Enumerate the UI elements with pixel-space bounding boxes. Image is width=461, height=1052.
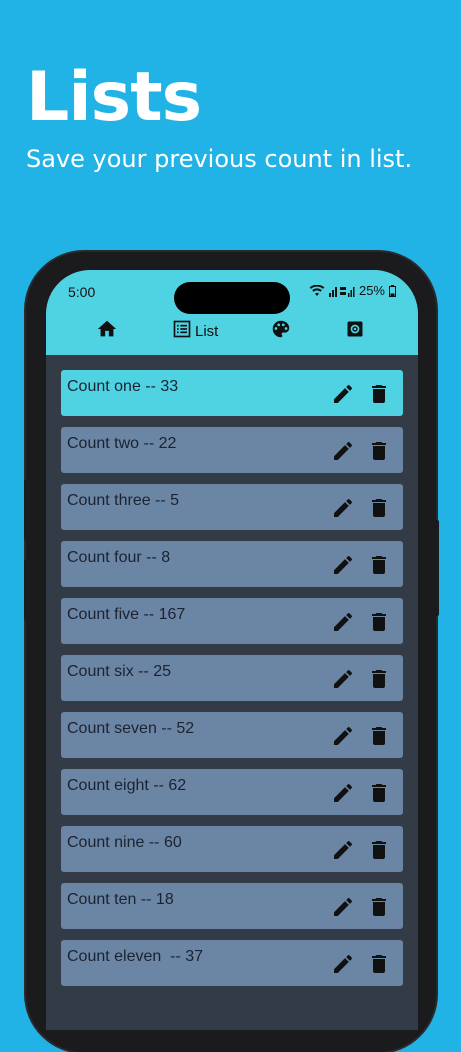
delete-button[interactable] xyxy=(367,496,391,520)
home-icon xyxy=(96,318,118,344)
list-icon xyxy=(172,319,192,343)
status-time: 5:00 xyxy=(68,284,96,300)
hero-subtitle: Save your previous count in list. xyxy=(26,145,413,173)
count-list: Count one -- 33 Count two -- 22 Count th… xyxy=(61,370,403,997)
count-item[interactable]: Count three -- 5 xyxy=(61,484,403,530)
pencil-icon xyxy=(334,898,352,916)
edit-button[interactable] xyxy=(331,382,355,406)
pencil-icon xyxy=(334,670,352,688)
trash-icon xyxy=(372,442,386,460)
wifi-icon xyxy=(309,284,325,297)
delete-button[interactable] xyxy=(367,667,391,691)
edit-button[interactable] xyxy=(331,952,355,976)
settings-icon xyxy=(345,319,365,343)
count-item[interactable]: Count eleven -- 37 xyxy=(61,940,403,986)
app-header: 5:00 25% List xyxy=(46,270,418,355)
signal-icon xyxy=(328,285,355,297)
count-label: Count nine -- 60 xyxy=(67,834,182,851)
delete-button[interactable] xyxy=(367,610,391,634)
delete-button[interactable] xyxy=(367,838,391,862)
count-item[interactable]: Count five -- 167 xyxy=(61,598,403,644)
count-label: Count eight -- 62 xyxy=(67,777,187,794)
trash-icon xyxy=(372,898,386,916)
edit-button[interactable] xyxy=(331,553,355,577)
pencil-icon xyxy=(334,784,352,802)
nav-list[interactable]: List xyxy=(172,318,218,344)
pencil-icon xyxy=(334,727,352,745)
pencil-icon xyxy=(334,841,352,859)
delete-button[interactable] xyxy=(367,382,391,406)
edit-button[interactable] xyxy=(331,667,355,691)
battery-percentage: 25% xyxy=(358,283,385,298)
count-item[interactable]: Count seven -- 52 xyxy=(61,712,403,758)
count-label: Count three -- 5 xyxy=(67,492,180,509)
pencil-icon xyxy=(334,955,352,973)
hero-title: Lists xyxy=(26,58,202,137)
trash-icon xyxy=(372,613,386,631)
trash-icon xyxy=(372,841,386,859)
edit-button[interactable] xyxy=(331,496,355,520)
count-label: Count seven -- 52 xyxy=(67,720,195,737)
nav-bar: List xyxy=(46,316,418,348)
nav-theme[interactable] xyxy=(270,318,292,344)
count-label: Count ten -- 18 xyxy=(67,891,174,908)
palette-icon xyxy=(270,318,292,344)
phone-screen: 5:00 25% List Count one -- 33 Count two … xyxy=(46,270,418,1030)
delete-button[interactable] xyxy=(367,895,391,919)
battery-icon xyxy=(389,284,396,297)
phone-side-button xyxy=(24,480,29,540)
trash-icon xyxy=(372,499,386,517)
trash-icon xyxy=(372,784,386,802)
count-item[interactable]: Count ten -- 18 xyxy=(61,883,403,929)
phone-side-button xyxy=(434,520,439,616)
edit-button[interactable] xyxy=(331,781,355,805)
count-label: Count two -- 22 xyxy=(67,435,177,452)
count-item[interactable]: Count four -- 8 xyxy=(61,541,403,587)
count-label: Count six -- 25 xyxy=(67,663,172,680)
nav-home[interactable] xyxy=(96,318,118,344)
edit-button[interactable] xyxy=(331,724,355,748)
count-item[interactable]: Count six -- 25 xyxy=(61,655,403,701)
count-label: Count eleven -- 37 xyxy=(67,948,204,965)
delete-button[interactable] xyxy=(367,553,391,577)
count-label: Count five -- 167 xyxy=(67,606,186,623)
trash-icon xyxy=(372,670,386,688)
camera-notch xyxy=(174,282,290,314)
count-label: Count four -- 8 xyxy=(67,549,171,566)
count-item[interactable]: Count two -- 22 xyxy=(61,427,403,473)
count-item[interactable]: Count one -- 33 xyxy=(61,370,403,416)
pencil-icon xyxy=(334,556,352,574)
delete-button[interactable] xyxy=(367,952,391,976)
trash-icon xyxy=(372,955,386,973)
phone-side-button xyxy=(24,560,29,620)
status-icons: 25% xyxy=(309,283,396,298)
count-item[interactable]: Count nine -- 60 xyxy=(61,826,403,872)
delete-button[interactable] xyxy=(367,724,391,748)
trash-icon xyxy=(372,727,386,745)
count-item[interactable]: Count eight -- 62 xyxy=(61,769,403,815)
nav-list-label: List xyxy=(195,322,219,340)
trash-icon xyxy=(372,556,386,574)
pencil-icon xyxy=(334,499,352,517)
delete-button[interactable] xyxy=(367,781,391,805)
delete-button[interactable] xyxy=(367,439,391,463)
pencil-icon xyxy=(334,385,352,403)
edit-button[interactable] xyxy=(331,439,355,463)
trash-icon xyxy=(372,385,386,403)
edit-button[interactable] xyxy=(331,895,355,919)
edit-button[interactable] xyxy=(331,838,355,862)
pencil-icon xyxy=(334,442,352,460)
nav-settings[interactable] xyxy=(345,318,365,344)
edit-button[interactable] xyxy=(331,610,355,634)
pencil-icon xyxy=(334,613,352,631)
count-label: Count one -- 33 xyxy=(67,378,179,395)
